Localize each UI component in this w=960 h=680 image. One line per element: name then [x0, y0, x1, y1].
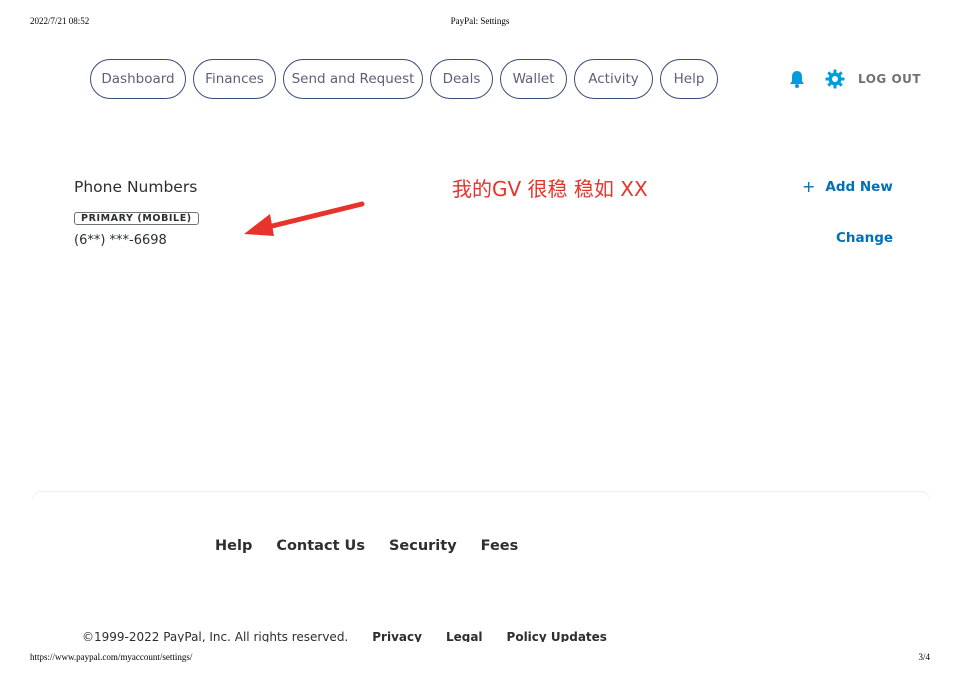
print-page-indicator: 3/4	[918, 652, 930, 662]
nav-activity[interactable]: Activity	[574, 59, 653, 99]
plus-icon: +	[802, 177, 816, 196]
print-page-title: PayPal: Settings	[450, 16, 510, 26]
nav-wallet[interactable]: Wallet	[500, 59, 567, 99]
footer-security-link[interactable]: Security	[389, 538, 457, 554]
footer-legal-row: ©1999-2022 PayPal, Inc. All rights reser…	[82, 630, 631, 642]
footer-legal-link[interactable]: Legal	[446, 630, 483, 642]
gear-icon[interactable]	[825, 69, 845, 89]
add-new-phone-button[interactable]: + Add New	[802, 177, 893, 196]
print-url: https://www.paypal.com/myaccount/setting…	[30, 652, 193, 662]
nav-finances[interactable]: Finances	[193, 59, 276, 99]
footer-privacy-link[interactable]: Privacy	[372, 630, 422, 642]
logout-button[interactable]: LOG OUT	[858, 72, 921, 86]
primary-mobile-badge: PRIMARY (MOBILE)	[74, 212, 199, 225]
footer-divider	[32, 491, 930, 500]
nav-send-and-request[interactable]: Send and Request	[283, 59, 423, 99]
nav-help[interactable]: Help	[660, 59, 718, 99]
footer-links: Help Contact Us Security Fees	[215, 538, 518, 554]
change-phone-link[interactable]: Change	[836, 230, 893, 246]
footer-help-link[interactable]: Help	[215, 538, 252, 554]
bell-icon[interactable]	[788, 69, 806, 89]
copyright-text: ©1999-2022 PayPal, Inc. All rights reser…	[82, 630, 349, 642]
nav-dashboard[interactable]: Dashboard	[90, 59, 186, 99]
annotation-text: 我的GV 很稳 稳如 XX	[452, 177, 648, 201]
phone-numbers-heading: Phone Numbers	[74, 178, 198, 196]
footer-fees-link[interactable]: Fees	[481, 538, 519, 554]
footer-contact-us-link[interactable]: Contact Us	[276, 538, 365, 554]
add-new-label: Add New	[825, 179, 893, 195]
main-nav: Dashboard Finances Send and Request Deal…	[90, 59, 718, 101]
nav-deals[interactable]: Deals	[430, 59, 493, 99]
footer-policy-updates-link[interactable]: Policy Updates	[507, 630, 607, 642]
phone-number-value: (6**) ***-6698	[74, 233, 167, 248]
red-arrow-icon	[244, 201, 365, 236]
